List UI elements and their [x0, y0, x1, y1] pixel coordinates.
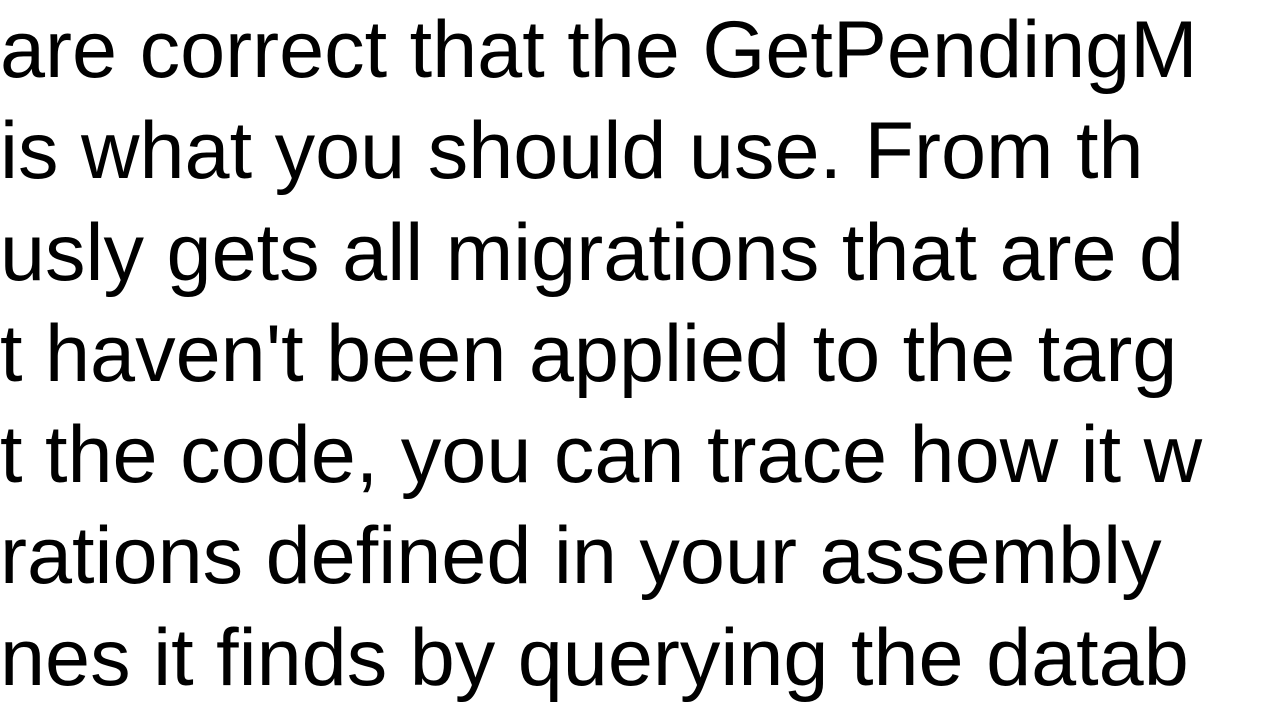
text-line-1: are correct that the GetPendingM: [0, 0, 1280, 101]
text-line-2: is what you should use. From th: [0, 101, 1280, 202]
text-line-6: rations defined in your assembly: [0, 506, 1280, 607]
text-line-5: t the code, you can trace how it w: [0, 405, 1280, 506]
cropped-paragraph: are correct that the GetPendingM is what…: [0, 0, 1280, 709]
text-line-4: t haven't been applied to the targ: [0, 304, 1280, 405]
text-line-3: usly gets all migrations that are d: [0, 203, 1280, 304]
text-line-7: nes it finds by querying the datab: [0, 608, 1280, 709]
